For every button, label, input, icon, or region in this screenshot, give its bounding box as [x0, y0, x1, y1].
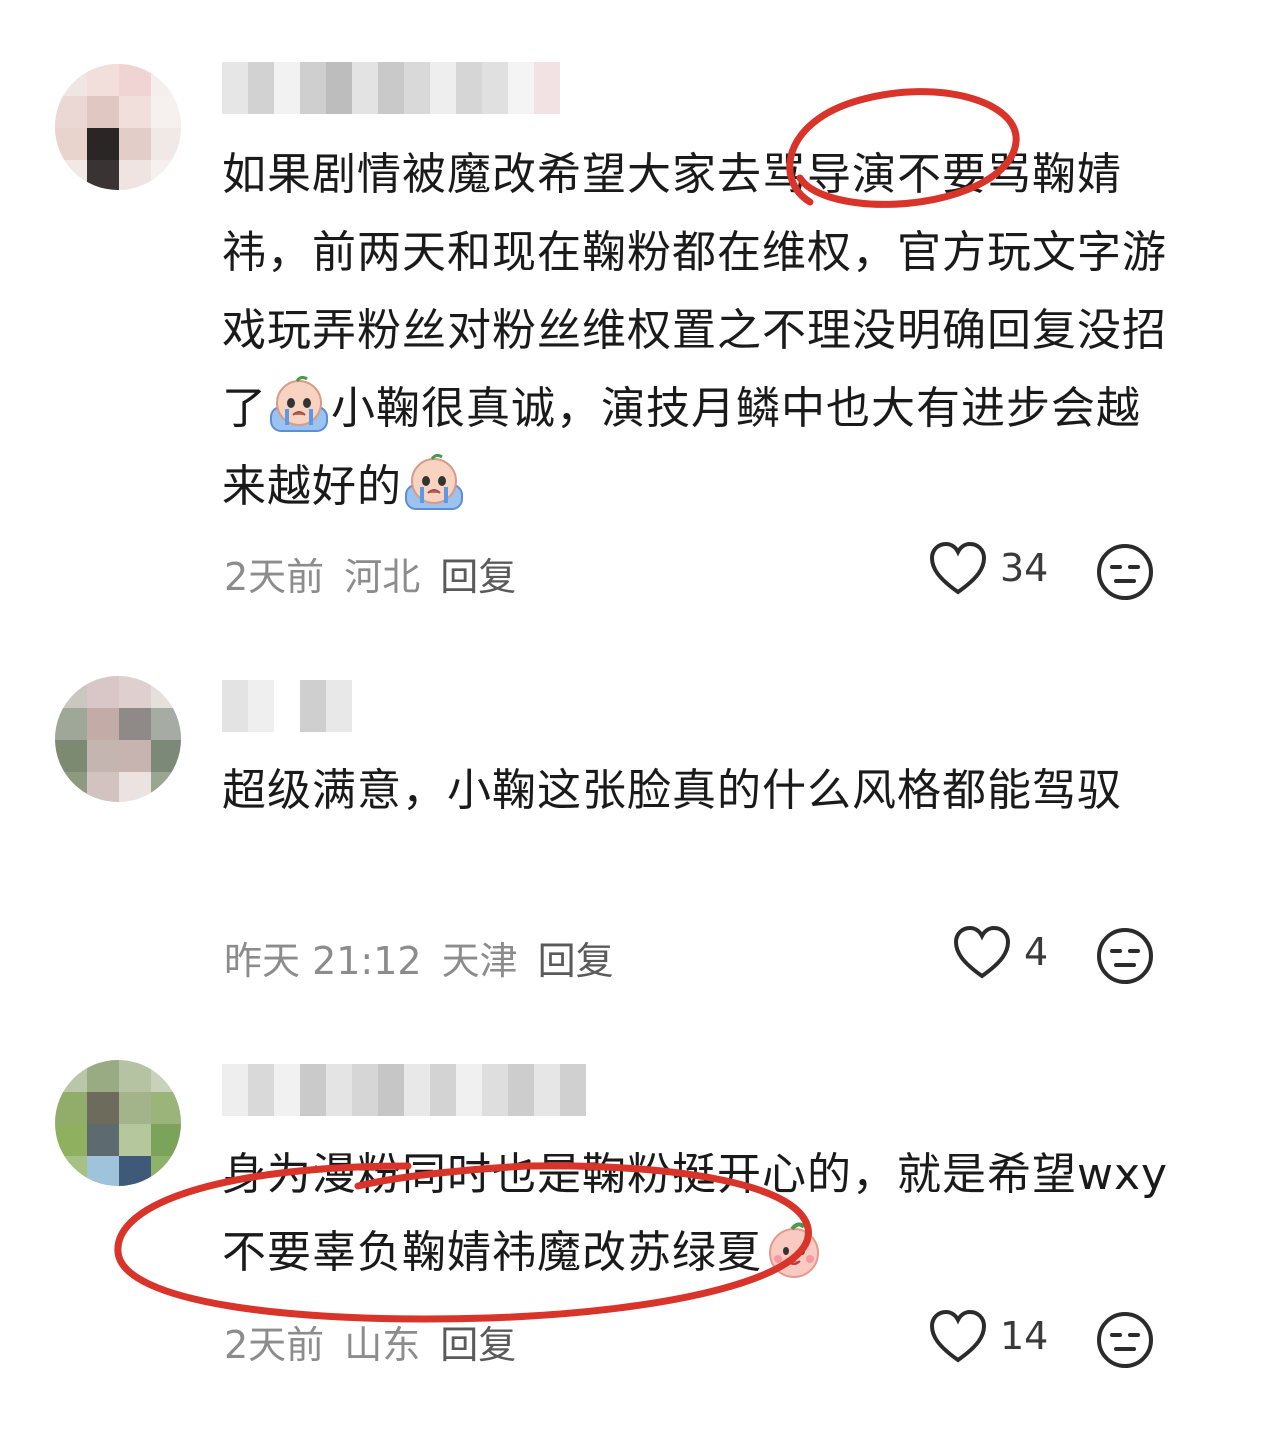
avatar[interactable]: [55, 64, 181, 190]
crying-face-emoji: [402, 451, 466, 515]
like-count: 14: [1000, 1314, 1049, 1358]
reply-button[interactable]: 回复: [538, 930, 614, 985]
comment-time: 2天前: [224, 1323, 325, 1367]
avatar[interactable]: [55, 676, 181, 802]
like-button[interactable]: 14: [928, 1308, 1048, 1364]
username[interactable]: [222, 62, 560, 114]
heart-outline-icon: [929, 1309, 987, 1363]
dislike-button[interactable]: [1096, 927, 1154, 985]
avatar[interactable]: [55, 1060, 181, 1186]
heart-outline-icon: [929, 541, 987, 595]
like-button[interactable]: 34: [928, 540, 1048, 596]
comment-text: 身为漫粉同时也是鞠粉挺开心的，就是希望wxy不要辜负鞠婧祎魔改苏绿夏: [222, 1136, 1182, 1292]
comment-meta: 昨天 21:12 天津 回复: [224, 930, 614, 985]
neutral-face-icon: [1097, 928, 1153, 984]
crying-face-emoji: [267, 373, 331, 437]
reply-button[interactable]: 回复: [440, 546, 516, 601]
comment-text: 如果剧情被魔改希望大家去骂导演不要骂鞠婧祎，前两天和现在鞠粉都在维权，官方玩文字…: [222, 136, 1182, 526]
like-count: 34: [1000, 546, 1049, 590]
dislike-button[interactable]: [1096, 543, 1154, 601]
comment-text-part: 身为漫粉同时也是鞠粉挺开心的，就是希望wxy不要辜负鞠婧祎魔改苏绿夏: [222, 1149, 1169, 1278]
neutral-face-icon: [1097, 1312, 1153, 1368]
username[interactable]: [222, 680, 352, 732]
heart-outline-icon: [953, 925, 1011, 979]
neutral-face-icon: [1097, 544, 1153, 600]
comment-location: 河北: [344, 555, 421, 599]
comment-time: 昨天 21:12: [224, 939, 422, 983]
username[interactable]: [222, 1064, 586, 1116]
comment-text: 超级满意，小鞠这张脸真的什么风格都能驾驭: [222, 765, 1122, 816]
comment-location: 天津: [441, 939, 518, 983]
comment-location: 山东: [344, 1323, 421, 1367]
like-count: 4: [1024, 930, 1049, 974]
comment-meta: 2天前 山东 回复: [224, 1314, 516, 1369]
smiling-face-emoji: [762, 1217, 826, 1281]
like-button[interactable]: 4: [952, 924, 1048, 980]
comment-meta: 2天前 河北 回复: [224, 546, 516, 601]
comment-text-part: 小鞠很真诚，演技月鳞中也大有进步会越来越好的: [222, 383, 1141, 512]
reply-button[interactable]: 回复: [440, 1314, 516, 1369]
comment-time: 2天前: [224, 555, 325, 599]
dislike-button[interactable]: [1096, 1311, 1154, 1369]
